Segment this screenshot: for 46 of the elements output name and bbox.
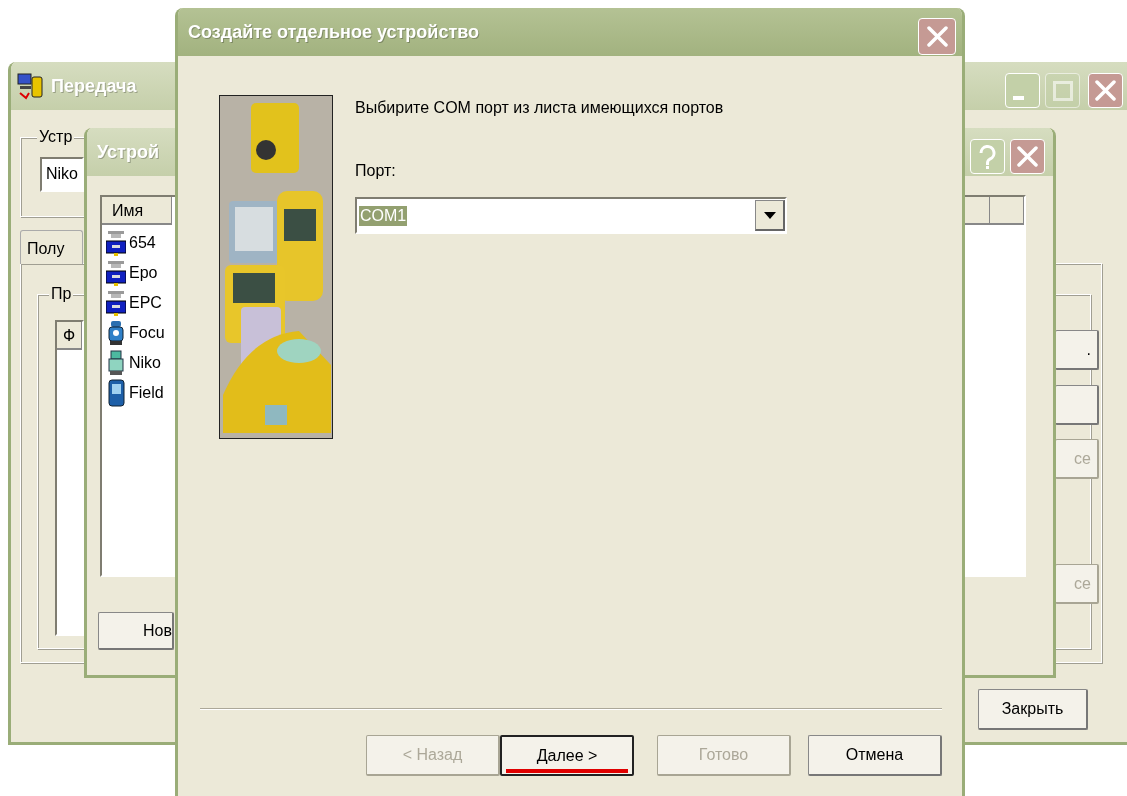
group-label: Устр <box>37 127 75 147</box>
receiver-icon <box>106 289 126 317</box>
app-icon <box>16 71 46 101</box>
help-button[interactable] <box>970 139 1005 174</box>
maximize-icon <box>1052 80 1073 101</box>
instrument-icon <box>106 349 126 377</box>
device-field[interactable]: Niko <box>40 157 84 192</box>
list-item[interactable]: EPC <box>129 291 162 315</box>
maximize-button[interactable] <box>1045 73 1080 108</box>
list-item[interactable]: Niko <box>129 351 161 375</box>
list-item[interactable]: Field <box>129 381 164 405</box>
window-title: Устрой <box>97 141 159 163</box>
close-button[interactable] <box>918 18 956 55</box>
column-header[interactable]: Ф <box>57 322 82 350</box>
list-item[interactable]: Focu <box>129 321 165 345</box>
side-button[interactable] <box>1055 385 1099 425</box>
window-title: Передача <box>51 75 137 97</box>
list-item[interactable]: Epo <box>129 261 158 285</box>
instrument-icon <box>106 319 126 347</box>
handheld-icon <box>106 379 126 407</box>
caret-icon <box>763 211 776 219</box>
new-button[interactable]: Нов <box>98 612 174 650</box>
list-item[interactable]: 654 <box>129 231 156 255</box>
dropdown-button[interactable] <box>755 200 785 231</box>
tab[interactable]: Полу <box>20 230 83 264</box>
column-header[interactable] <box>964 197 990 225</box>
side-button[interactable]: . <box>1055 330 1099 370</box>
minimize-button[interactable] <box>1005 73 1040 108</box>
receiver-icon <box>106 259 126 287</box>
wizard-button[interactable]: Отмена <box>808 735 942 776</box>
minimize-icon <box>1013 95 1024 100</box>
close-button[interactable] <box>1088 73 1123 108</box>
close-icon <box>1017 146 1038 167</box>
help-icon <box>979 144 996 169</box>
close-button[interactable] <box>1010 139 1045 174</box>
group-label: Пр <box>49 284 74 304</box>
column-header[interactable]: Имя <box>102 197 172 225</box>
wizard-button[interactable]: Далее > <box>500 735 634 776</box>
receiver-icon <box>106 229 126 257</box>
close-dialog-button[interactable]: Закрыть <box>978 689 1088 730</box>
dialog-title: Создайте отдельное устройство <box>188 21 480 43</box>
column-header[interactable] <box>990 197 1024 225</box>
port-label: Порт: <box>355 161 396 181</box>
close-icon <box>1095 80 1116 101</box>
instruction-text: Выбирите COM порт из листа имеющихся портов <box>355 98 725 118</box>
close-icon <box>926 26 948 47</box>
